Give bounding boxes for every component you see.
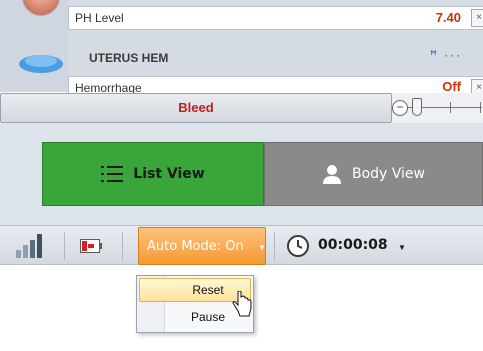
list-view-label: List View: [133, 166, 205, 182]
bottom-toolbar: Auto Mode: On ▼ 00:00:08 ▼: [0, 225, 483, 265]
slider-tick: [450, 102, 451, 113]
patient-avatar: [22, 0, 60, 16]
body-view-button[interactable]: Body View: [264, 142, 483, 206]
battery-icon[interactable]: [80, 239, 102, 253]
hand-cursor-icon: [232, 291, 252, 317]
timer-chevron-down-icon[interactable]: ▼: [398, 243, 406, 252]
signal-icon[interactable]: [16, 234, 48, 258]
person-icon: [322, 165, 341, 184]
bleed-bar[interactable]: Bleed: [0, 93, 392, 123]
bleed-label: Bleed: [178, 100, 214, 115]
timer-display[interactable]: 00:00:08: [318, 237, 388, 253]
vitals-left-column: [0, 0, 68, 92]
clock-icon: [287, 235, 309, 257]
body-view-label: Body View: [351, 166, 425, 182]
toolbar-divider: [274, 232, 275, 260]
minus-icon[interactable]: −: [392, 100, 408, 116]
uterus-hem-title: UTERUS HEM: [89, 51, 169, 65]
hemorrhage-value: Off: [442, 79, 461, 94]
ph-level-value: 7.40: [435, 10, 461, 25]
toolbar-divider: [122, 232, 123, 260]
pin-icon[interactable]: ꟸ: [430, 48, 439, 62]
ph-level-label: PH Level: [75, 11, 124, 25]
slider-tick: [480, 102, 481, 113]
more-icon[interactable]: ···: [444, 48, 462, 62]
bleed-slider[interactable]: −: [392, 93, 483, 123]
uterus-hem-actions: ꟸ ···: [430, 48, 462, 62]
auto-mode-label: Auto Mode: On: [147, 239, 244, 254]
view-toggle: List View Body View: [42, 142, 483, 206]
list-icon: [101, 166, 124, 182]
vitals-panel: PH Level 7.40 × UTERUS HEM ꟸ ··· Hemorrh…: [0, 0, 483, 96]
simulator-window: PH Level 7.40 × UTERUS HEM ꟸ ··· Hemorrh…: [0, 0, 483, 351]
cloud-icon: [19, 55, 63, 73]
slider-thumb[interactable]: [412, 98, 422, 116]
ph-close-button[interactable]: ×: [471, 9, 483, 27]
chevron-down-icon: ▼: [258, 243, 266, 252]
auto-mode-dropdown[interactable]: Auto Mode: On ▼: [138, 227, 266, 265]
list-view-button[interactable]: List View: [42, 142, 264, 206]
toolbar-divider: [64, 232, 65, 260]
ph-level-row[interactable]: PH Level 7.40 ×: [68, 6, 483, 30]
